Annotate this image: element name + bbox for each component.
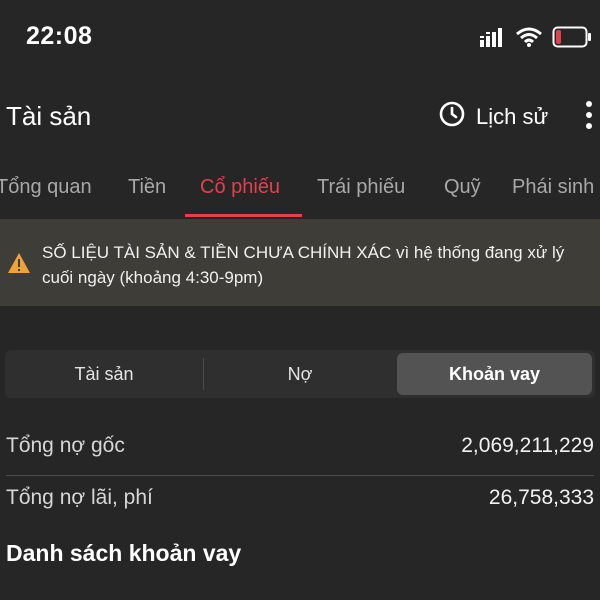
wifi-icon (516, 27, 542, 52)
status-icons (480, 26, 592, 53)
tab-stocks[interactable]: Cổ phiếu (200, 176, 280, 199)
app-header: Tài sản Lịch sử (0, 76, 600, 156)
tab-funds[interactable]: Quỹ (444, 176, 481, 199)
summary-row-interest: Tổng nợ lãi, phí 26,758,333 (0, 476, 600, 526)
history-label: Lịch sử (476, 103, 549, 129)
page-title: Tài sản (6, 101, 92, 131)
tab-bonds[interactable]: Trái phiếu (317, 176, 405, 199)
battery-icon (552, 26, 592, 53)
segment-loans[interactable]: Khoản vay (397, 353, 592, 395)
loan-list-title: Danh sách khoản vay (6, 540, 242, 566)
asset-tabs: Tổng quan Tiền Cổ phiếu Trái phiếu Quỹ P… (0, 166, 600, 218)
warning-icon (7, 252, 31, 279)
status-bar: 22:08 (0, 0, 600, 76)
warning-banner: SỐ LIỆU TÀI SẢN & TIỀN CHƯA CHÍNH XÁC vì… (0, 219, 600, 306)
segment-debt[interactable]: Nợ (204, 350, 396, 398)
summary-label: Tổng nợ gốc (6, 434, 125, 457)
tab-cash[interactable]: Tiền (128, 176, 166, 199)
tab-derivatives[interactable]: Phái sinh (512, 176, 594, 199)
history-button[interactable]: Lịch sử (438, 100, 548, 133)
debt-segmented-control: Tài sản Nợ Khoản vay (5, 350, 595, 398)
clock-icon (438, 100, 466, 133)
segment-assets[interactable]: Tài sản (5, 350, 203, 398)
summary-value: 26,758,333 (488, 486, 594, 509)
signal-icon (480, 27, 506, 52)
summary-label: Tổng nợ lãi, phí (6, 486, 153, 509)
more-button[interactable] (580, 100, 598, 130)
warning-text: SỐ LIỆU TÀI SẢN & TIỀN CHƯA CHÍNH XÁC vì… (42, 243, 565, 287)
summary-row-principal: Tổng nợ gốc 2,069,211,229 (0, 424, 600, 474)
status-time: 22:08 (26, 22, 93, 50)
summary-value: 2,069,211,229 (461, 434, 594, 457)
more-vertical-icon (580, 101, 598, 134)
active-tab-indicator (185, 214, 302, 217)
tab-overview[interactable]: Tổng quan (0, 176, 92, 199)
